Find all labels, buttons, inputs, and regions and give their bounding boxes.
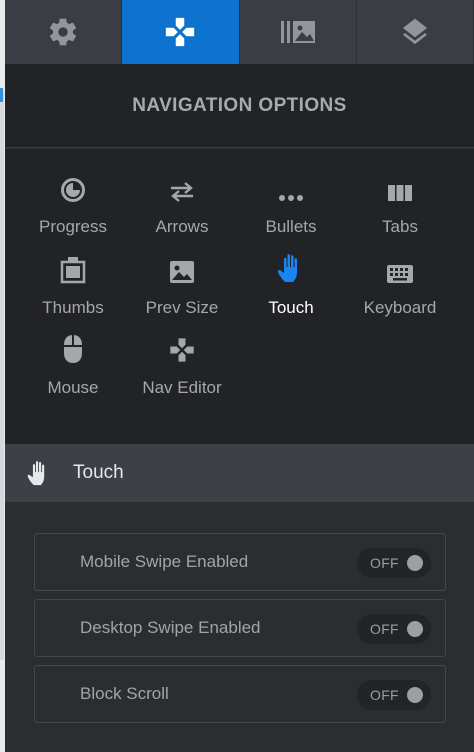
setting-label: Mobile Swipe Enabled — [80, 552, 249, 571]
option-touch[interactable]: Touch — [232, 250, 350, 330]
toggle-knob — [407, 687, 423, 703]
desktop-swipe-toggle[interactable]: OFF — [357, 614, 431, 644]
tab-bar — [5, 0, 474, 64]
toggle-knob — [407, 555, 423, 571]
toggle-state: OFF — [370, 555, 399, 571]
thumbs-icon — [60, 257, 86, 284]
image-icon — [170, 261, 194, 283]
mobile-swipe-toggle[interactable]: OFF — [357, 548, 431, 578]
mouse-icon — [64, 335, 82, 363]
setting-label: Block Scroll — [80, 684, 169, 703]
section-title: Touch — [73, 462, 124, 483]
page-title: NAVIGATION OPTIONS — [132, 94, 347, 116]
navigation-panel: NAVIGATION OPTIONS Progress Arrows Bulle… — [5, 0, 474, 752]
tabs-icon — [388, 185, 412, 201]
toggle-state: OFF — [370, 687, 399, 703]
media-library-icon — [280, 21, 315, 43]
option-label: Prev Size — [145, 298, 219, 317]
option-label: Tabs — [382, 217, 418, 236]
bullets-icon — [279, 195, 303, 201]
tab-navigation[interactable] — [122, 0, 240, 64]
option-label: Progress — [38, 217, 108, 236]
option-label: Mouse — [47, 378, 99, 397]
option-mouse[interactable]: Mouse — [14, 330, 132, 410]
option-label: Nav Editor — [142, 378, 222, 397]
option-label: Touch — [268, 298, 314, 317]
gamepad-icon — [170, 338, 194, 362]
toggle-state: OFF — [370, 621, 399, 637]
tab-general[interactable] — [5, 0, 123, 64]
tab-media[interactable] — [240, 0, 357, 64]
arrows-icon — [171, 182, 193, 202]
setting-row-desktop-swipe: Desktop Swipe Enabled OFF — [34, 599, 446, 657]
option-label: Keyboard — [363, 298, 437, 317]
option-arrows[interactable]: Arrows — [123, 169, 241, 249]
hand-icon — [27, 461, 45, 486]
touch-section-header[interactable]: Touch — [5, 444, 474, 502]
navigation-options-header: NAVIGATION OPTIONS — [5, 64, 474, 148]
toggle-knob — [407, 621, 423, 637]
option-progress[interactable]: Progress — [14, 169, 132, 249]
option-tabs[interactable]: Tabs — [341, 169, 459, 249]
tab-layers[interactable] — [357, 0, 474, 64]
option-label: Arrows — [155, 217, 209, 236]
navigation-options-grid: Progress Arrows Bullets Tabs Thumbs Prev… — [5, 149, 474, 444]
option-bullets[interactable]: Bullets — [232, 169, 350, 249]
option-keyboard[interactable]: Keyboard — [341, 250, 459, 330]
keyboard-icon — [387, 265, 413, 283]
setting-row-mobile-swipe: Mobile Swipe Enabled OFF — [34, 533, 446, 591]
gear-icon — [50, 18, 77, 46]
option-nav-editor[interactable]: Nav Editor — [123, 330, 241, 410]
option-thumbs[interactable]: Thumbs — [14, 250, 132, 330]
left-edge-strip — [0, 90, 4, 660]
option-prev-size[interactable]: Prev Size — [123, 250, 241, 330]
setting-row-block-scroll: Block Scroll OFF — [34, 665, 446, 723]
left-edge-marker — [0, 88, 3, 102]
hand-icon — [277, 254, 297, 282]
layers-icon — [402, 18, 427, 45]
progress-icon — [61, 178, 85, 202]
block-scroll-toggle[interactable]: OFF — [357, 680, 431, 710]
option-label: Thumbs — [42, 298, 104, 317]
option-label: Bullets — [265, 217, 317, 236]
gamepad-icon — [166, 17, 195, 47]
setting-label: Desktop Swipe Enabled — [80, 618, 261, 637]
